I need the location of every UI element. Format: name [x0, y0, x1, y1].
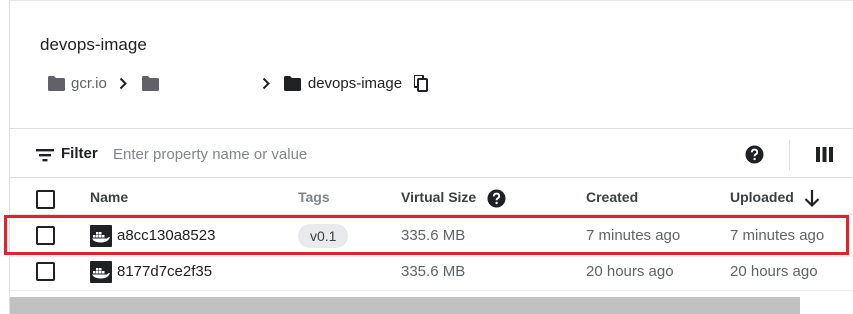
column-header-name[interactable]: Name [90, 189, 128, 205]
help-icon[interactable] [487, 189, 506, 208]
columns-icon[interactable] [816, 146, 833, 163]
header-divider [10, 128, 853, 129]
folder-icon [141, 75, 159, 92]
column-header-tags: Tags [298, 189, 330, 205]
column-header-created[interactable]: Created [586, 189, 638, 205]
toolbar-divider [10, 177, 853, 178]
column-header-virtual-size[interactable]: Virtual Size [401, 189, 476, 205]
breadcrumb: gcr.io devops-image [48, 72, 429, 94]
help-icon[interactable] [745, 145, 764, 164]
select-all-checkbox[interactable] [36, 190, 55, 209]
toolbar-separator [789, 140, 790, 170]
row-divider [10, 256, 853, 257]
chevron-right-icon [259, 76, 273, 90]
breadcrumb-item-gcr[interactable]: gcr.io [71, 75, 107, 92]
folder-icon [283, 75, 301, 92]
copy-icon[interactable] [414, 74, 429, 92]
virtual-size: 335.6 MB [401, 263, 466, 280]
panel-left-border [9, 0, 10, 314]
row-checkbox[interactable] [36, 262, 55, 281]
breadcrumb-item-image: devops-image [307, 74, 403, 92]
filter-label: Filter [61, 145, 98, 162]
image-digest[interactable]: 8177d7ce2f35 [117, 263, 212, 280]
filter-icon[interactable] [36, 147, 54, 163]
row-divider [10, 290, 853, 291]
column-header-uploaded[interactable]: Uploaded [730, 189, 794, 205]
filter-input[interactable] [113, 142, 513, 166]
folder-icon [48, 75, 65, 92]
page-title: devops-image [40, 35, 147, 54]
docker-icon [90, 261, 112, 283]
horizontal-scrollbar[interactable] [10, 297, 800, 314]
chevron-right-icon [116, 76, 130, 90]
row-highlight-box [4, 215, 849, 255]
arrow-down-icon[interactable] [803, 189, 821, 208]
created-time: 20 hours ago [586, 263, 674, 280]
uploaded-time: 20 hours ago [730, 263, 818, 280]
panel-top-border [9, 0, 853, 1]
